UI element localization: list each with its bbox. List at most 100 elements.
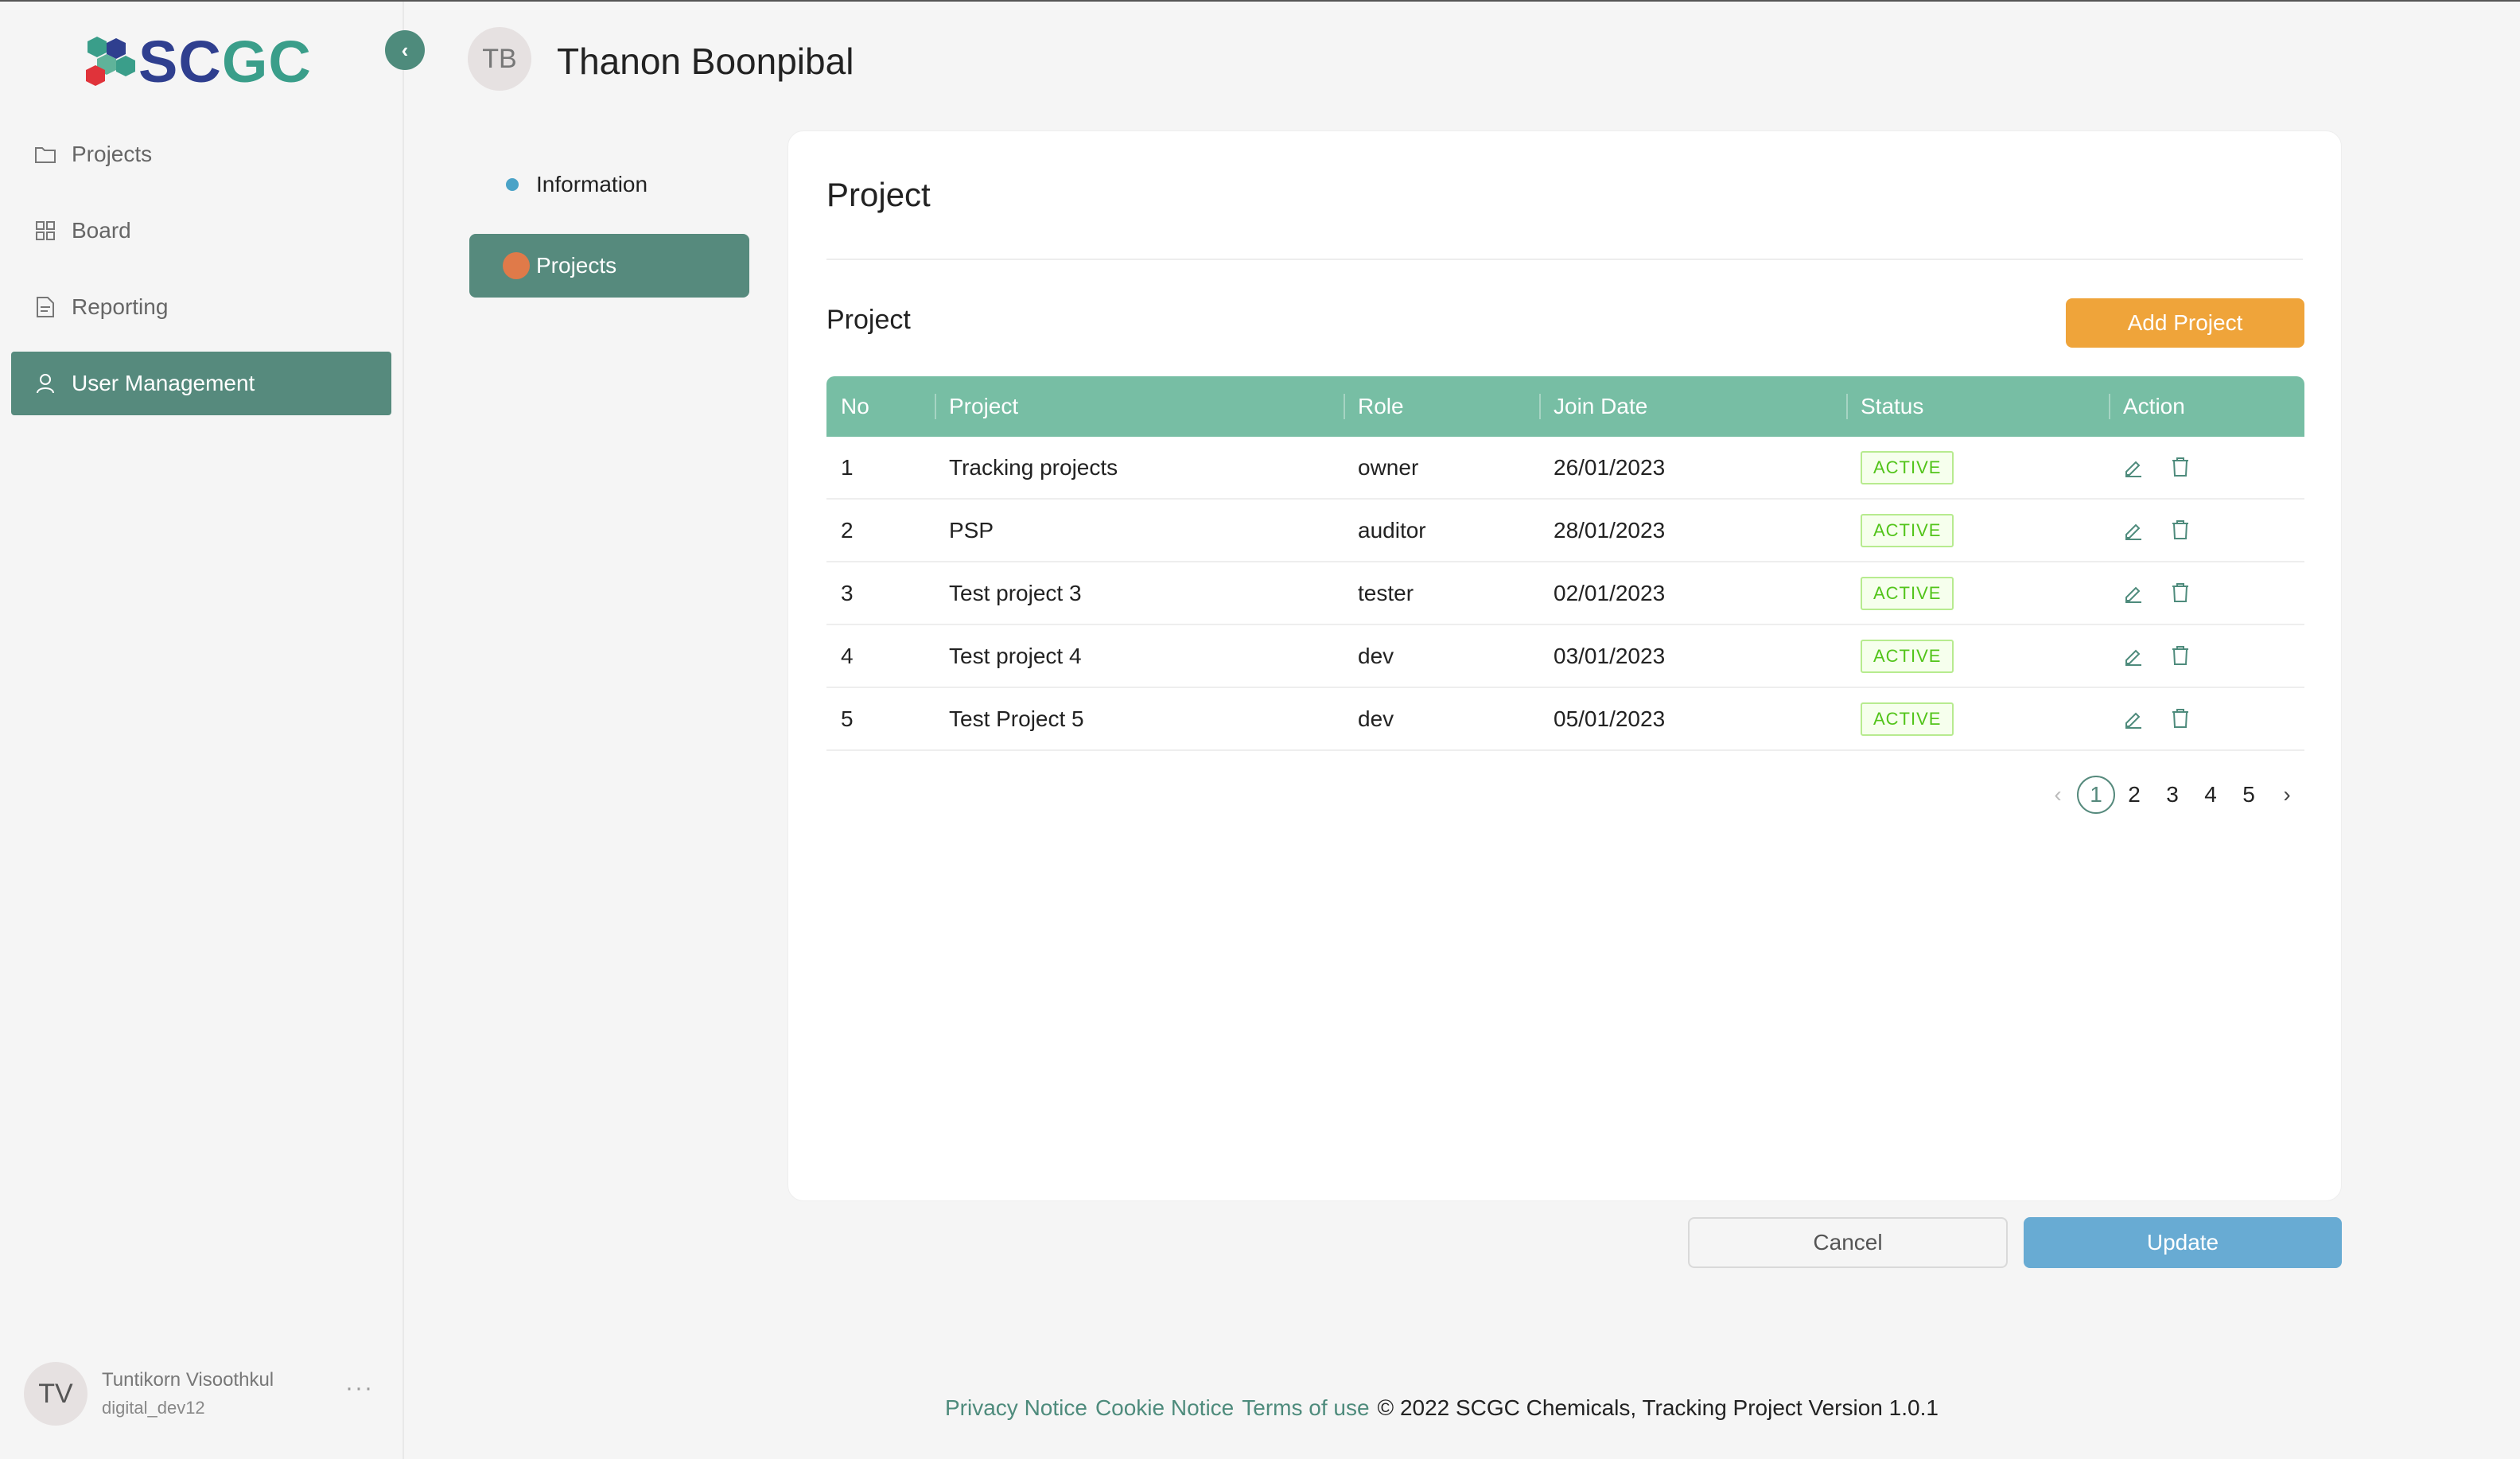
column-header[interactable]: Action <box>2109 376 2304 437</box>
cell-role: tester <box>1358 580 1414 605</box>
current-user[interactable]: TV Tuntikorn Visoothkul digital_dev12 ··… <box>24 1360 374 1427</box>
table-row: 2 PSP auditor 28/01/2023 ACTIVE <box>826 500 2304 562</box>
user-info: Tuntikorn Visoothkul digital_dev12 <box>102 1369 274 1418</box>
cancel-button[interactable]: Cancel <box>1688 1217 2008 1268</box>
pagination-next-button[interactable]: › <box>2268 776 2306 814</box>
cell-action <box>2109 708 2304 730</box>
cell-project: PSP <box>949 517 994 543</box>
cell-role: owner <box>1358 454 1419 480</box>
tab-information-label: Information <box>536 172 648 196</box>
edit-icon[interactable] <box>2123 519 2145 542</box>
column-header[interactable]: Project <box>935 376 1344 437</box>
cell-project: Test project 3 <box>949 580 1082 605</box>
cell-no: 1 <box>841 454 854 480</box>
tab-information[interactable]: Information <box>506 172 648 197</box>
sidebar-item-label: Reporting <box>72 294 169 319</box>
terms-of-use-link[interactable]: Terms of use <box>1242 1395 1369 1421</box>
cell-role: dev <box>1358 706 1394 731</box>
table-row: 4 Test project 4 dev 03/01/2023 ACTIVE <box>826 625 2304 688</box>
cell-no: 5 <box>841 706 854 731</box>
table-row: 5 Test Project 5 dev 05/01/2023 ACTIVE <box>826 688 2304 751</box>
table-header: No Project Role Join Date Status Action <box>826 376 2304 437</box>
cell-project: Test project 4 <box>949 643 1082 668</box>
profile-avatar: TB <box>468 27 531 91</box>
sidebar-item-board[interactable]: Board <box>11 199 391 263</box>
user-id: digital_dev12 <box>102 1398 205 1418</box>
more-options-icon[interactable]: ··· <box>345 1375 374 1402</box>
chevron-left-icon: ‹ <box>401 37 409 62</box>
edit-icon[interactable] <box>2123 645 2145 667</box>
sidebar-item-label: Projects <box>72 142 153 166</box>
column-header[interactable]: No <box>826 376 935 437</box>
edit-icon[interactable] <box>2123 457 2145 479</box>
copyright-text: © 2022 SCGC Chemicals, Tracking Project … <box>1377 1395 1939 1420</box>
tab-projects-label: Projects <box>536 253 617 278</box>
table-row: 1 Tracking projects owner 26/01/2023 ACTIVE <box>826 437 2304 500</box>
status-badge: ACTIVE <box>1861 702 1954 736</box>
add-project-button[interactable]: Add Project <box>2066 298 2304 348</box>
column-header[interactable]: Join Date <box>1539 376 1846 437</box>
trash-icon[interactable] <box>2171 457 2193 479</box>
status-badge: ACTIVE <box>1861 576 1954 610</box>
cell-project: Test Project 5 <box>949 706 1084 731</box>
column-header[interactable]: Role <box>1344 376 1539 437</box>
grid-icon <box>35 220 56 241</box>
cell-role: dev <box>1358 643 1394 668</box>
status-badge: ACTIVE <box>1861 639 1954 673</box>
divider <box>826 259 2303 260</box>
cell-join-date: 26/01/2023 <box>1554 454 1666 480</box>
cell-status: ACTIVE <box>1846 513 2109 547</box>
edit-icon[interactable] <box>2123 708 2145 730</box>
cell-action <box>2109 457 2304 479</box>
cell-status: ACTIVE <box>1846 450 2109 484</box>
column-header[interactable]: Status <box>1846 376 2109 437</box>
sidebar: SCGC Projects Board Reporting User Manag… <box>0 2 404 1459</box>
page-title: Thanon Boonpibal <box>557 41 854 82</box>
user-name: Tuntikorn Visoothkul <box>102 1369 274 1391</box>
project-card: Project Project Add Project No Project R… <box>788 130 2342 1201</box>
cell-no: 4 <box>841 643 854 668</box>
section-title: Project <box>826 305 911 335</box>
page-3-button[interactable]: 3 <box>2153 776 2191 814</box>
cell-join-date: 05/01/2023 <box>1554 706 1666 731</box>
logo-wordmark: SCGC <box>138 29 312 95</box>
edit-icon[interactable] <box>2123 582 2145 605</box>
sidebar-item-projects[interactable]: Projects <box>11 123 391 186</box>
avatar: TV <box>24 1362 88 1426</box>
user-icon <box>35 373 56 394</box>
tab-projects[interactable]: Projects <box>469 234 749 298</box>
sidebar-item-reporting[interactable]: Reporting <box>11 275 391 339</box>
trash-icon[interactable] <box>2171 708 2193 730</box>
scgc-logo[interactable]: SCGC <box>83 30 312 94</box>
page-4-button[interactable]: 4 <box>2191 776 2230 814</box>
cell-join-date: 28/01/2023 <box>1554 517 1666 543</box>
sidebar-item-label: User Management <box>72 371 255 395</box>
privacy-notice-link[interactable]: Privacy Notice <box>945 1395 1087 1421</box>
sidebar-nav: Projects Board Reporting User Management <box>11 123 391 428</box>
document-icon <box>35 297 56 317</box>
update-button[interactable]: Update <box>2024 1217 2342 1268</box>
cell-status: ACTIVE <box>1846 702 2109 736</box>
page-1-button[interactable]: 1 <box>2077 776 2115 814</box>
projects-table: No Project Role Join Date Status Action … <box>826 376 2304 751</box>
table-body: 1 Tracking projects owner 26/01/2023 ACTIVE 2… <box>826 437 2304 751</box>
cell-action <box>2109 519 2304 542</box>
cell-no: 3 <box>841 580 854 605</box>
card-title: Project <box>826 176 931 213</box>
footer: Privacy Notice Cookie Notice Terms of us… <box>945 1395 1939 1421</box>
page-5-button[interactable]: 5 <box>2230 776 2268 814</box>
sidebar-item-label: Board <box>72 218 131 243</box>
trash-icon[interactable] <box>2171 645 2193 667</box>
folder-icon <box>35 144 56 165</box>
pagination-prev-button[interactable]: ‹ <box>2039 776 2077 814</box>
cell-no: 2 <box>841 517 854 543</box>
cell-join-date: 02/01/2023 <box>1554 580 1666 605</box>
cell-project: Tracking projects <box>949 454 1118 480</box>
trash-icon[interactable] <box>2171 582 2193 605</box>
trash-icon[interactable] <box>2171 519 2193 542</box>
sidebar-item-user-management[interactable]: User Management <box>11 352 391 415</box>
pagination: ‹ 1 2 3 4 5 › <box>2039 776 2306 814</box>
page-2-button[interactable]: 2 <box>2115 776 2153 814</box>
collapse-sidebar-button[interactable]: ‹ <box>385 30 425 70</box>
cookie-notice-link[interactable]: Cookie Notice <box>1095 1395 1234 1421</box>
